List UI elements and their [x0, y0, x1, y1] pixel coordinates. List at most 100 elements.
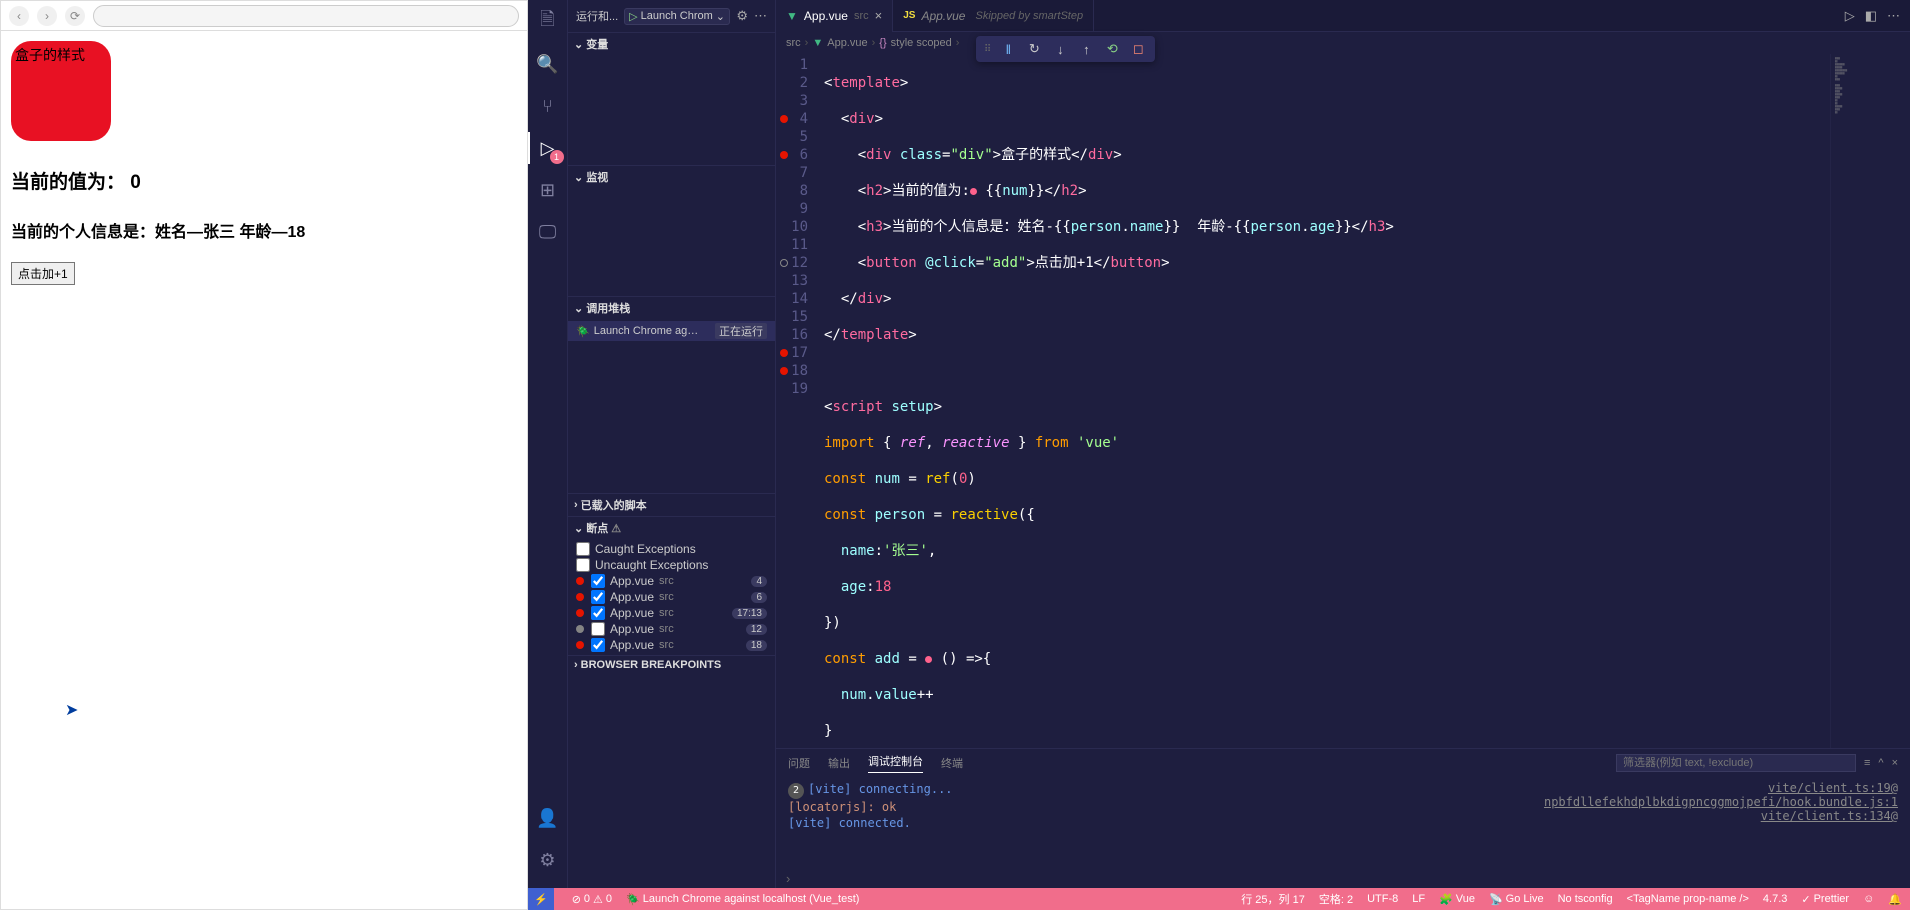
breakpoint-item[interactable]: App.vue src 6: [568, 589, 775, 605]
breakpoint-item[interactable]: App.vue src 4: [568, 573, 775, 589]
tab-app-vue-active[interactable]: ▼ App.vue src ×: [776, 0, 893, 32]
panel-tab-output[interactable]: 输出: [828, 755, 850, 771]
breakpoint-checkbox[interactable]: [591, 574, 605, 588]
breadcrumb-scope[interactable]: style scoped: [891, 37, 952, 49]
accounts-icon[interactable]: 👤: [534, 804, 562, 832]
panel-settings-icon[interactable]: ≡: [1864, 757, 1870, 769]
bp-caught-exceptions[interactable]: Caught Exceptions: [568, 541, 775, 557]
code-content[interactable]: <template> <div> <div class="div">盒子的样式<…: [824, 54, 1830, 748]
breakpoint-checkbox[interactable]: [591, 638, 605, 652]
watch-section-header[interactable]: ⌄监视: [568, 166, 775, 188]
source-link[interactable]: npbfdllefekhdplbkdigpncggmojpefi/hook.bu…: [1544, 795, 1898, 809]
vscode-window: 🗎 🔍 ⑂ ▷1 ⊞ 🖵 👤 ⚙ 运行和... ▷ Launch Chrom ⌄…: [528, 0, 1910, 910]
breakpoint-item[interactable]: App.vue src 17:13: [568, 605, 775, 621]
remote-button[interactable]: ⚡: [528, 888, 554, 910]
status-version[interactable]: 4.7.3: [1763, 891, 1787, 907]
launch-config-label: Launch Chrom: [641, 10, 713, 22]
debug-toolbar[interactable]: ⠿ ‖ ↻ ↓ ↑ ⟲ ◻: [976, 36, 1155, 62]
breakpoint-path: src: [659, 607, 674, 619]
bp-uncaught-exceptions[interactable]: Uncaught Exceptions: [568, 557, 775, 573]
status-problems[interactable]: ⊘ 0 ⚠ 0: [572, 893, 612, 906]
grip-icon[interactable]: ⠿: [984, 44, 991, 55]
panel-tab-debug-console[interactable]: 调试控制台: [868, 753, 923, 773]
breakpoint-line-badge: 17:13: [732, 608, 767, 619]
add-one-button[interactable]: 点击加+1: [11, 262, 75, 285]
console-message: [locatorjs]: ok: [788, 800, 896, 814]
status-language[interactable]: 🧩 Vue: [1439, 891, 1475, 907]
panel-maximize-icon[interactable]: ^: [1878, 757, 1883, 769]
callstack-section-header[interactable]: ⌄调用堆栈: [568, 297, 775, 319]
breakpoint-checkbox[interactable]: [591, 606, 605, 620]
nav-reload-button[interactable]: ⟳: [65, 6, 85, 26]
more-actions-icon[interactable]: ⋯: [1887, 8, 1900, 24]
source-link[interactable]: vite/client.ts:134@: [1544, 809, 1898, 823]
settings-gear-icon[interactable]: ⚙: [534, 846, 562, 874]
minimap[interactable]: ████████████████████████████████████████…: [1830, 54, 1910, 748]
tab-close-icon[interactable]: ×: [875, 8, 883, 23]
status-cursor-position[interactable]: 行 25，列 17: [1241, 891, 1305, 907]
panel-tab-problems[interactable]: 问题: [788, 755, 810, 771]
settings-icon[interactable]: ⚙: [736, 8, 748, 24]
breakpoint-line-badge: 6: [751, 592, 767, 603]
console-input-chevron-icon[interactable]: ›: [776, 869, 1910, 888]
panel-tab-terminal[interactable]: 终端: [941, 755, 963, 771]
panel-close-icon[interactable]: ×: [1892, 757, 1898, 769]
braces-icon: {}: [879, 37, 886, 49]
status-indentation[interactable]: 空格: 2: [1319, 891, 1353, 907]
panel-filter-input[interactable]: [1616, 754, 1856, 772]
status-encoding[interactable]: UTF-8: [1367, 891, 1398, 907]
breadcrumb[interactable]: src› ▼ App.vue› {} style scoped›: [776, 32, 1910, 54]
step-over-icon[interactable]: ↻: [1025, 40, 1043, 58]
breakpoint-checkbox[interactable]: [591, 622, 605, 636]
status-launch-config[interactable]: 🪲 Launch Chrome against localhost (Vue_t…: [626, 893, 859, 906]
restart-icon[interactable]: ⟲: [1103, 40, 1121, 58]
search-icon[interactable]: 🔍: [534, 50, 562, 78]
browser-breakpoints-section-header[interactable]: ›BROWSER BREAKPOINTS: [568, 656, 775, 674]
nav-forward-button[interactable]: ›: [37, 6, 57, 26]
debug-console-content[interactable]: 2[vite] connecting... [locatorjs]: ok [v…: [776, 777, 1910, 869]
extensions-icon[interactable]: ⊞: [534, 176, 562, 204]
stop-icon[interactable]: ◻: [1129, 40, 1147, 58]
breadcrumb-src[interactable]: src: [786, 37, 801, 49]
breadcrumb-file[interactable]: App.vue: [827, 37, 867, 49]
status-prettier[interactable]: ✓ Prettier: [1801, 891, 1849, 907]
callstack-item[interactable]: 🪲 Launch Chrome against... 正在运行: [568, 321, 775, 341]
step-into-icon[interactable]: ↓: [1051, 40, 1069, 58]
bp-uncaught-checkbox[interactable]: [576, 558, 590, 572]
code-editor[interactable]: 1 2 3 4 5 6 7 8 9 10 11 12 13 14 15 16 1…: [776, 54, 1910, 748]
breakpoint-line-badge: 12: [746, 624, 767, 635]
nav-back-button[interactable]: ‹: [9, 6, 29, 26]
chevron-down-icon: ⌄: [716, 10, 725, 23]
source-control-icon[interactable]: ⑂: [534, 92, 562, 120]
status-eol[interactable]: LF: [1412, 891, 1425, 907]
step-out-icon[interactable]: ↑: [1077, 40, 1095, 58]
loaded-scripts-section-header[interactable]: ›已载入的脚本: [568, 494, 775, 516]
breakpoint-checkbox[interactable]: [591, 590, 605, 604]
breakpoint-item[interactable]: App.vue src 18: [568, 637, 775, 653]
sidebar-title: 运行和...: [576, 8, 618, 24]
explorer-icon[interactable]: 🗎: [534, 8, 562, 36]
breakpoint-dot-icon: [576, 577, 584, 585]
tab-app-vue-skipped[interactable]: JS App.vue Skipped by smartStep: [893, 0, 1094, 32]
line-gutter[interactable]: 1 2 3 4 5 6 7 8 9 10 11 12 13 14 15 16 1…: [776, 54, 824, 748]
breakpoint-line-badge: 18: [746, 640, 767, 651]
remote-explorer-icon[interactable]: 🖵: [534, 218, 562, 246]
bp-caught-checkbox[interactable]: [576, 542, 590, 556]
variables-section-header[interactable]: ⌄变量: [568, 33, 775, 55]
status-go-live[interactable]: 📡 Go Live: [1489, 891, 1544, 907]
status-bell-icon[interactable]: 🔔: [1888, 891, 1902, 907]
run-debug-icon[interactable]: ▷1: [534, 134, 562, 162]
tab-filename: App.vue: [921, 9, 965, 23]
status-tagname[interactable]: <TagName prop-name />: [1627, 891, 1749, 907]
status-tsconfig[interactable]: No tsconfig: [1558, 891, 1613, 907]
breakpoints-section-header[interactable]: ⌄断点 ⚠: [568, 517, 775, 539]
pause-icon[interactable]: ‖: [999, 40, 1017, 58]
launch-config-select[interactable]: ▷ Launch Chrom ⌄: [624, 8, 730, 25]
status-feedback-icon[interactable]: ☺: [1863, 891, 1874, 907]
split-editor-icon[interactable]: ◧: [1865, 8, 1877, 24]
source-link[interactable]: vite/client.ts:19@: [1544, 781, 1898, 795]
run-icon[interactable]: ▷: [1845, 8, 1855, 24]
url-bar[interactable]: [93, 5, 519, 27]
more-icon[interactable]: ⋯: [754, 8, 767, 24]
breakpoint-item[interactable]: App.vue src 12: [568, 621, 775, 637]
